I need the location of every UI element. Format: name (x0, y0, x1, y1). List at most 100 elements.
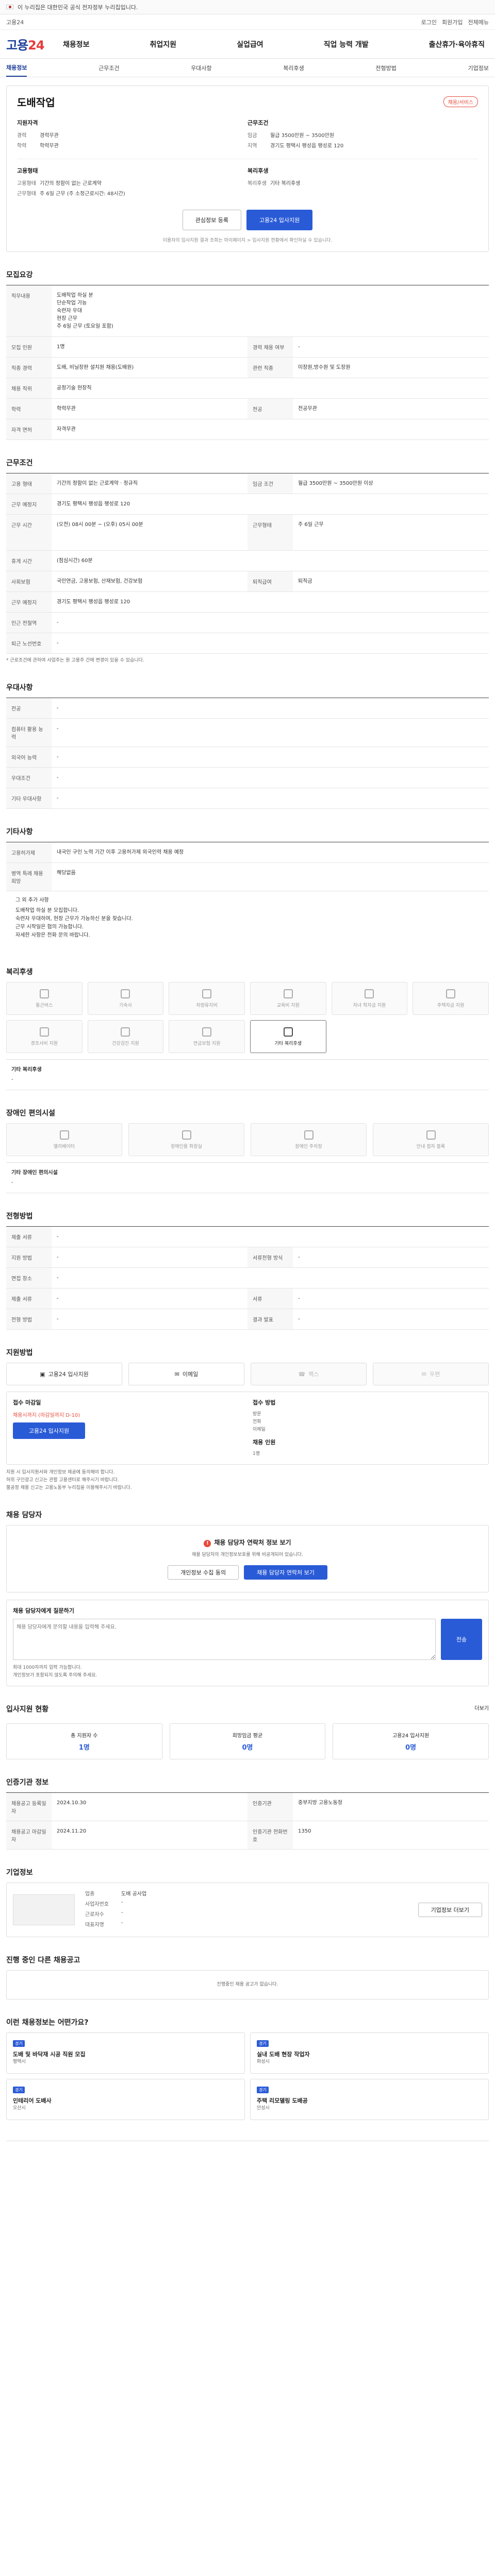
section-title: 근무조건 (6, 459, 33, 467)
parking-icon (304, 1130, 314, 1140)
welfare-tile: 건강검진 지원 (87, 1020, 164, 1053)
tab-recruit[interactable]: 채용정보 (6, 63, 27, 77)
company-logo (13, 1894, 75, 1925)
related-job-card[interactable]: 경기 인테리어 도배사 오산시 (6, 2079, 245, 2120)
welfare-tile-active: 기타 복리후생 (250, 1020, 326, 1053)
welfare-tile: 기숙사 (87, 982, 164, 1015)
kv-label: 경력 (17, 133, 27, 139)
facility-tile: 안내 점자 블록 (373, 1123, 489, 1156)
apply-button-2[interactable]: 고용24 입사지원 (13, 1422, 85, 1439)
job-description: 도배작업 하실 분 단순작업 가능 숙련자 우대 현장 근무 주 6일 근무 (토요일 … (57, 293, 113, 329)
method-online[interactable]: ▣ 고용24 입사지원 (6, 1363, 122, 1385)
other-section: 기타사항 고용허가제 내국인 구인 노력 기간 이후 고용허가제 외국인력 채용 … (6, 826, 489, 949)
scholarship-icon (365, 989, 374, 998)
tab-preference[interactable]: 우대사항 (191, 64, 211, 72)
nav-job-info[interactable]: 채용정보 (63, 39, 90, 49)
section-title: 채용 담당자 (6, 1511, 42, 1519)
section-title: 장애인 편의시설 (6, 1109, 56, 1117)
kv-value: 경력무관 (40, 133, 59, 139)
warning-icon: ! (204, 1540, 211, 1547)
elevator-icon (59, 1130, 69, 1140)
view-contact-button[interactable]: 채용 담당자 연락처 보기 (244, 1565, 327, 1580)
save-interest-button[interactable]: 관심정보 등록 (182, 210, 241, 230)
site-name: 고용24 (6, 19, 24, 26)
corp-section: 기업정보 업종 도배 공사업 사업자번호 - 근로자수 - 대표자명 - 기업정보 더보… (6, 1867, 489, 1937)
other-notes: 그 외 추가 사항 도배작업 하실 분 모집합니다. 숙련자 우대하며, 현장 근… (15, 897, 133, 938)
agency-section: 인증기관 정보 채용공고 등록일자 2024.10.30 인증기관 중부지방 고용노동… (6, 1777, 489, 1850)
tab-welfare[interactable]: 복리후생 (283, 64, 304, 72)
send-question-button[interactable]: 전송 (441, 1619, 482, 1660)
related-job-card[interactable]: 경기 도배 및 바닥재 시공 직원 모집 평택시 (6, 2032, 245, 2074)
kv-value: 경기도 평택시 팽성읍 팽성로 120 (270, 143, 344, 149)
site-logo[interactable]: 고용24 (6, 35, 63, 53)
method-section: 지원방법 ▣ 고용24 입사지원 ✉ 이메일 ☎ 팩스 ✉ 우편 접수 마감일 채용시까… (6, 1347, 489, 1492)
kv-label: 지역 (248, 143, 257, 149)
tab-company[interactable]: 기업정보 (468, 64, 488, 72)
welfare-tile: 차량유지비 (169, 982, 245, 1015)
kv-value: 월급 3500만원 ~ 3500만원 (270, 133, 335, 139)
kv-label: 복리후생 (248, 181, 267, 187)
related-section: 이런 채용정보는 어떤가요? 경기 도배 및 바닥재 시공 직원 모집 평택시 경기… (6, 2017, 489, 2120)
apply-button[interactable]: 고용24 입사지원 (246, 210, 313, 230)
signup-link[interactable]: 회원가입 (442, 18, 463, 26)
welfare-section: 복리후생 통근버스 기숙사 차량유지비 교육비 지원 자녀 학자금 지원 주택자… (6, 967, 489, 1090)
section-title: 전형방법 (6, 1212, 33, 1221)
welfare-tile: 자녀 학자금 지원 (331, 982, 408, 1015)
nav-parental-leave[interactable]: 출산휴가·육아휴직 (429, 39, 485, 49)
house-icon (446, 989, 456, 998)
related-job-card[interactable]: 경기 실내 도배 현장 작업자 화성시 (250, 2032, 489, 2074)
consent-button[interactable]: 개인정보 수집 동의 (168, 1565, 239, 1580)
tab-conditions[interactable]: 근무조건 (98, 64, 119, 72)
conditions-note: * 근로조건에 관하여 사업주는 원 고용주 간에 변경이 있을 수 있습니다. (6, 658, 144, 663)
welfare-tile: 교육비 지원 (250, 982, 326, 1015)
kv-value: 주 6일 근무 (주 소정근로시간: 48시간) (40, 191, 125, 197)
section-title: 기타사항 (6, 828, 33, 836)
welfare-heading: 복리후생 (248, 167, 269, 174)
site-header: 고용24 채용정보 취업지원 실업급여 직업 능력 개발 출산휴가·육아휴직 (0, 30, 495, 59)
utility-bar: 고용24 로그인 회원가입 전체메뉴 (0, 14, 495, 30)
kv-label: 근무형태 (17, 191, 36, 197)
apply-note: 이용자의 입사지원 결과 조회는 마이페이지 > 입사지원 현황에서 확인하실 … (162, 238, 333, 243)
recruit-section: 모집요강 직무내용 도배작업 하실 분 단순작업 가능 숙련자 우대 현장 근무 주 6… (6, 269, 489, 440)
section-title: 복리후생 (6, 968, 33, 976)
kv-value: 기타 복리후생 (270, 181, 301, 187)
gift-icon (39, 1027, 49, 1037)
nav-unemployment-benefit[interactable]: 실업급여 (237, 39, 263, 49)
question-input[interactable] (13, 1619, 436, 1660)
bus-icon (39, 989, 49, 998)
dormitory-icon (121, 989, 130, 998)
similar-section: 진행 중인 다른 채용공고 진행중인 채용 공고가 없습니다. (6, 1955, 489, 1999)
welfare-tile: 통근버스 (6, 982, 82, 1015)
monitor-icon: ▣ (40, 1370, 45, 1378)
section-title: 지원방법 (6, 1349, 33, 1357)
kv-value: 학력무관 (40, 143, 59, 149)
more-link[interactable]: 더보기 (474, 1704, 489, 1719)
insurance-icon (202, 1027, 212, 1037)
gov-banner: 이 누리집은 대한민국 공식 전자정부 누리집입니다. (0, 0, 495, 14)
education-icon (283, 989, 293, 998)
company-more-button[interactable]: 기업정보 더보기 (418, 1903, 482, 1917)
summary-card: 총 지원자 수 1명 (6, 1723, 162, 1759)
job-title: 도배작업 (17, 96, 55, 109)
job-summary-card: 도배작업 채용/서비스 지원자격 경력 경력무관 학력 학력무관 근무조건 임금 월급… (6, 86, 489, 252)
conditions-section: 근무조건 고용 형태 기간의 정함이 없는 근로계약 · 정규직 임금 조건 월급 3… (6, 457, 489, 665)
main-nav: 채용정보 취업지원 실업급여 직업 능력 개발 출산휴가·육아휴직 (63, 39, 489, 49)
kv-label: 고용형태 (17, 181, 36, 187)
deadline-text: 채용시까지 (마감일까지 D-10) (13, 1413, 80, 1418)
welfare-tile: 경조사비 지원 (6, 1020, 82, 1053)
conditions-heading: 근무조건 (248, 120, 269, 126)
related-job-card[interactable]: 경기 주택 리모델링 도배공 안성시 (250, 2079, 489, 2120)
nav-employment-support[interactable]: 취업지원 (150, 39, 177, 49)
tab-process[interactable]: 전형방법 (375, 64, 396, 72)
status-badge: 채용/서비스 (443, 96, 478, 107)
nav-vocational-training[interactable]: 직업 능력 개발 (324, 39, 369, 49)
toilet-icon (182, 1130, 191, 1140)
summary-card: 고용24 입사지원 0명 (333, 1723, 489, 1759)
login-link[interactable]: 로그인 (421, 18, 437, 26)
all-menu-link[interactable]: 전체메뉴 (468, 18, 489, 26)
korea-flag-icon (6, 5, 13, 9)
facility-tile: 장애인 주차장 (251, 1123, 367, 1156)
method-email[interactable]: ✉ 이메일 (128, 1363, 244, 1385)
post-icon: ✉ (421, 1370, 426, 1378)
fax-icon: ☎ (298, 1370, 306, 1378)
